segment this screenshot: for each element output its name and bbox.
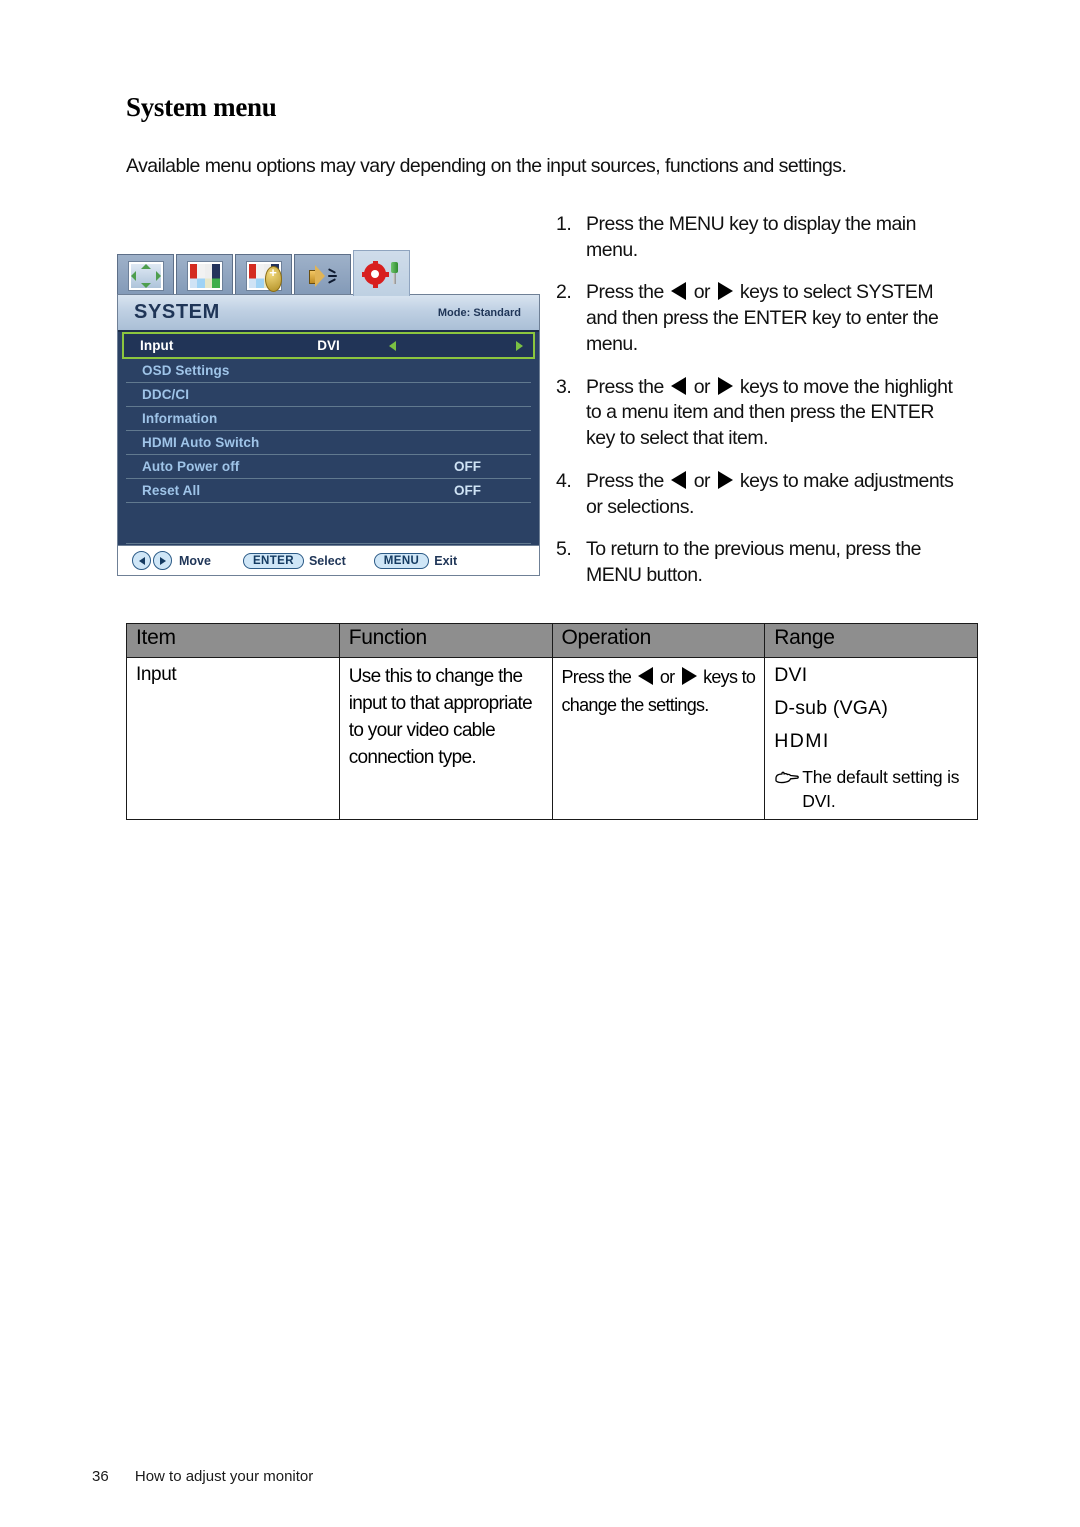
step-text: Press the or keys to make adjustments or…: [586, 469, 956, 520]
arrow-left-icon: [670, 470, 686, 489]
move-arrows-icon: [128, 261, 163, 290]
plus-badge-icon: +: [264, 265, 282, 292]
cell-item: Input: [126, 656, 340, 821]
step-text-between: or: [688, 469, 715, 492]
osd-item-value: DVI: [317, 338, 340, 353]
osd-item-osd-settings[interactable]: OSD Settings: [126, 359, 531, 383]
arrow-right-icon: [717, 376, 733, 395]
default-setting-text: The default setting is DVI.: [802, 767, 960, 811]
step-text: Press the or keys to move the highlight …: [586, 375, 956, 452]
intro-paragraph: Available menu options may vary dependin…: [126, 155, 847, 177]
step-text-before: Press the: [586, 375, 669, 398]
operation-text-between: or: [655, 667, 679, 687]
osd-item-label: Reset All: [142, 483, 201, 498]
settings-table: Item Function Operation Range Input Use …: [126, 623, 978, 821]
osd-screenshot: + SYSTEM Mode: Standard Input DVI OSD Se…: [117, 250, 540, 576]
table-header-range: Range: [764, 623, 978, 658]
step-text-before: Press the: [586, 469, 669, 492]
osd-tab-audio[interactable]: [294, 254, 351, 296]
table-header-operation: Operation: [551, 623, 766, 658]
osd-tab-display[interactable]: [117, 254, 174, 296]
table-header-row: Item Function Operation Range: [126, 623, 978, 658]
step-5: 5. To return to the previous menu, press…: [556, 537, 956, 588]
osd-footer-move-label: Move: [179, 553, 211, 568]
arrow-right-icon: [681, 667, 697, 685]
osd-item-hdmi-auto-switch[interactable]: HDMI Auto Switch: [126, 431, 531, 455]
cell-range: DVI D-sub (VGA) HDMI The default setting…: [764, 656, 978, 821]
step-text-between: or: [688, 375, 715, 398]
speaker-icon: [306, 262, 340, 290]
table-header-item: Item: [126, 623, 340, 658]
osd-empty-row: [126, 519, 531, 544]
step-number: 5.: [556, 538, 572, 561]
osd-tab-system[interactable]: [353, 250, 410, 296]
arrow-left-icon: [670, 376, 686, 395]
osd-title: SYSTEM: [134, 301, 220, 323]
step-number: 2.: [556, 281, 572, 304]
step-text: Press the or keys to select SYSTEM and t…: [586, 280, 956, 357]
right-arrow-button-icon[interactable]: [153, 551, 172, 570]
osd-footer-exit-label: Exit: [434, 553, 458, 568]
pointing-hand-icon: [774, 769, 800, 813]
osd-panel: SYSTEM Mode: Standard Input DVI OSD Sett…: [117, 294, 540, 576]
osd-tab-picture-advanced[interactable]: +: [235, 254, 292, 296]
osd-item-label: Auto Power off: [142, 459, 240, 474]
step-number: 4.: [556, 469, 572, 492]
menu-key-button[interactable]: MENU: [373, 552, 430, 569]
table-header-function: Function: [338, 623, 553, 658]
osd-footer-bar: Move ENTER Select MENU Exit: [118, 545, 539, 575]
cell-function: Use this to change the input to that app…: [338, 656, 553, 821]
page-title: System menu: [126, 92, 277, 122]
osd-header: SYSTEM Mode: Standard: [118, 295, 539, 332]
osd-item-label: DDC/CI: [142, 387, 190, 402]
step-3: 3. Press the or keys to move the highlig…: [556, 375, 956, 452]
osd-item-value: OFF: [454, 483, 481, 498]
osd-item-label: HDMI Auto Switch: [142, 435, 260, 450]
osd-item-reset-all[interactable]: Reset All OFF: [126, 479, 531, 503]
step-2: 2. Press the or keys to select SYSTEM an…: [556, 280, 956, 357]
osd-mode-label: Mode: Standard: [437, 306, 521, 319]
page-footer: 36 How to adjust your monitor: [92, 1468, 313, 1485]
table-row: Input Use this to change the input to th…: [126, 656, 978, 821]
step-text-between: or: [688, 281, 715, 304]
step-number: 3.: [556, 375, 572, 398]
osd-item-value: OFF: [454, 459, 481, 474]
osd-footer-select-label: Select: [308, 553, 346, 568]
range-option-dvi: DVI: [774, 664, 808, 686]
default-setting-note: The default setting is DVI.: [774, 766, 969, 813]
step-1: 1. Press the MENU key to display the mai…: [556, 212, 956, 263]
osd-tab-strip: +: [117, 250, 417, 296]
osd-tab-picture[interactable]: [176, 254, 233, 296]
cell-operation: Press the or keys to change the settings…: [551, 656, 766, 821]
step-text-before: Press the: [586, 281, 669, 304]
range-option-hdmi: HDMI: [774, 730, 830, 752]
chevron-right-icon[interactable]: [516, 340, 523, 351]
arrow-left-icon: [670, 282, 686, 301]
osd-item-information[interactable]: Information: [126, 407, 531, 431]
osd-menu-list: Input DVI OSD Settings DDC/CI Informatio…: [118, 332, 539, 544]
footer-page-number: 36: [92, 1468, 109, 1485]
footer-section-title: How to adjust your monitor: [134, 1468, 314, 1485]
arrow-right-icon: [717, 282, 733, 301]
instruction-steps: 1. Press the MENU key to display the mai…: [556, 212, 956, 606]
arrow-left-icon: [637, 667, 653, 685]
color-bars-plus-icon: +: [246, 261, 282, 292]
osd-item-label: OSD Settings: [142, 363, 230, 378]
color-bars-icon: [187, 261, 222, 290]
range-option-dsub: D-sub (VGA): [774, 697, 889, 719]
operation-text-before: Press the: [561, 667, 636, 687]
osd-item-input[interactable]: Input DVI: [122, 332, 535, 359]
step-text: Press the MENU key to display the main m…: [586, 213, 916, 261]
arrow-right-icon: [717, 470, 733, 489]
osd-spacer: [118, 503, 539, 519]
step-4: 4. Press the or keys to make adjustments…: [556, 469, 956, 520]
osd-item-auto-power-off[interactable]: Auto Power off OFF: [126, 455, 531, 479]
step-text: To return to the previous menu, press th…: [586, 538, 922, 587]
left-arrow-button-icon[interactable]: [132, 551, 151, 570]
step-number: 1.: [556, 213, 572, 235]
osd-item-label: Information: [142, 411, 218, 426]
enter-key-button[interactable]: ENTER: [242, 552, 304, 569]
osd-item-ddc-ci[interactable]: DDC/CI: [126, 383, 531, 407]
gear-screwdriver-icon: [361, 260, 399, 288]
